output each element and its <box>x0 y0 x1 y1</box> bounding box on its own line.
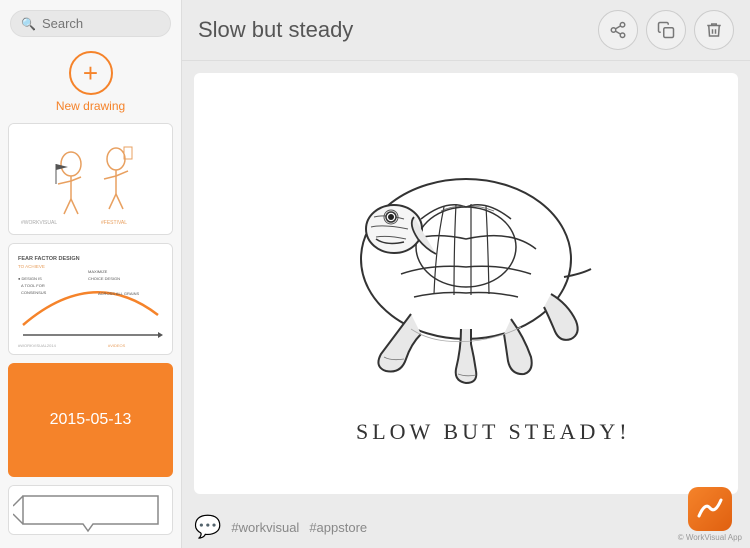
svg-text:#FESTIVAL: #FESTIVAL <box>101 220 127 226</box>
search-input[interactable] <box>42 16 160 31</box>
app-logo-area: © WorkVisual App <box>678 487 742 542</box>
new-drawing-label: New drawing <box>56 99 125 113</box>
app-logo-icon <box>688 487 732 531</box>
hashtag-appstore[interactable]: #appstore <box>309 520 367 535</box>
svg-text:TO ACHIEVE: TO ACHIEVE <box>18 264 45 269</box>
search-bar[interactable]: 🔍 <box>10 10 171 37</box>
thumbnail-preview: 2015-05-13 <box>10 365 171 475</box>
copy-button[interactable] <box>646 10 686 50</box>
list-item[interactable]: FEAR FACTOR DESIGN TO ACHIEVE ● DESIGN I… <box>8 243 173 355</box>
search-icon: 🔍 <box>21 17 36 31</box>
main-header: Slow but steady <box>182 0 750 61</box>
thumbnail-date-label: 2015-05-13 <box>50 411 132 429</box>
delete-button[interactable] <box>694 10 734 50</box>
svg-text:#WORKVISUAL: #WORKVISUAL <box>21 220 57 226</box>
hashtag-workvisual[interactable]: #workvisual <box>231 520 299 535</box>
tortoise-illustration: SLOW BUT STEADY! <box>296 99 636 469</box>
footer-tags: 💬 #workvisual #appstore <box>194 514 738 540</box>
svg-text:FEAR FACTOR DESIGN: FEAR FACTOR DESIGN <box>18 256 80 262</box>
sketch-bottom-svg <box>13 486 168 535</box>
svg-text:CHOICE DESIGN: CHOICE DESIGN <box>88 276 120 281</box>
thumbnail-preview: FEAR FACTOR DESIGN TO ACHIEVE ● DESIGN I… <box>9 244 172 354</box>
svg-text:MAXIMIZE: MAXIMIZE <box>88 269 108 274</box>
sidebar: 🔍 + New drawing <box>0 0 182 548</box>
sketch-figures-svg: #WORKVISUAL #FESTIVAL <box>16 129 166 229</box>
copy-icon <box>657 21 675 39</box>
thumbnail-preview: #WORKVISUAL #FESTIVAL <box>9 124 172 234</box>
list-item[interactable]: 2015-05-13 <box>8 363 173 477</box>
logo-svg <box>695 494 725 524</box>
svg-text:#WORKVISUAL2014: #WORKVISUAL2014 <box>18 343 57 348</box>
new-drawing-circle: + <box>69 51 113 95</box>
svg-text:A TOOL FOR: A TOOL FOR <box>21 283 45 288</box>
main-content: Slow but steady <box>182 0 750 548</box>
svg-text:CONSENSUS: CONSENSUS <box>21 290 47 295</box>
comment-icon: 💬 <box>194 514 221 540</box>
trash-icon <box>705 21 723 39</box>
list-item[interactable]: #WORKVISUAL #FESTIVAL <box>8 123 173 235</box>
svg-text:SLOW BUT STEADY!: SLOW BUT STEADY! <box>356 419 631 444</box>
canvas-area: SLOW BUT STEADY! <box>194 73 738 494</box>
header-actions <box>598 10 734 50</box>
canvas-footer: 💬 #workvisual #appstore <box>182 506 750 548</box>
sketch-text-svg: FEAR FACTOR DESIGN TO ACHIEVE ● DESIGN I… <box>13 245 168 353</box>
share-button[interactable] <box>598 10 638 50</box>
thumbnail-preview <box>9 486 172 535</box>
svg-text:● DESIGN IS: ● DESIGN IS <box>18 276 42 281</box>
list-item[interactable] <box>8 485 173 535</box>
svg-text:ACROSS ALL GRAINS: ACROSS ALL GRAINS <box>98 291 140 296</box>
page-title: Slow but steady <box>198 17 353 43</box>
svg-text:#VIDEOS: #VIDEOS <box>108 343 126 348</box>
copyright-label: © WorkVisual App <box>678 533 742 542</box>
share-icon <box>609 21 627 39</box>
new-drawing-button[interactable]: + New drawing <box>0 45 181 123</box>
